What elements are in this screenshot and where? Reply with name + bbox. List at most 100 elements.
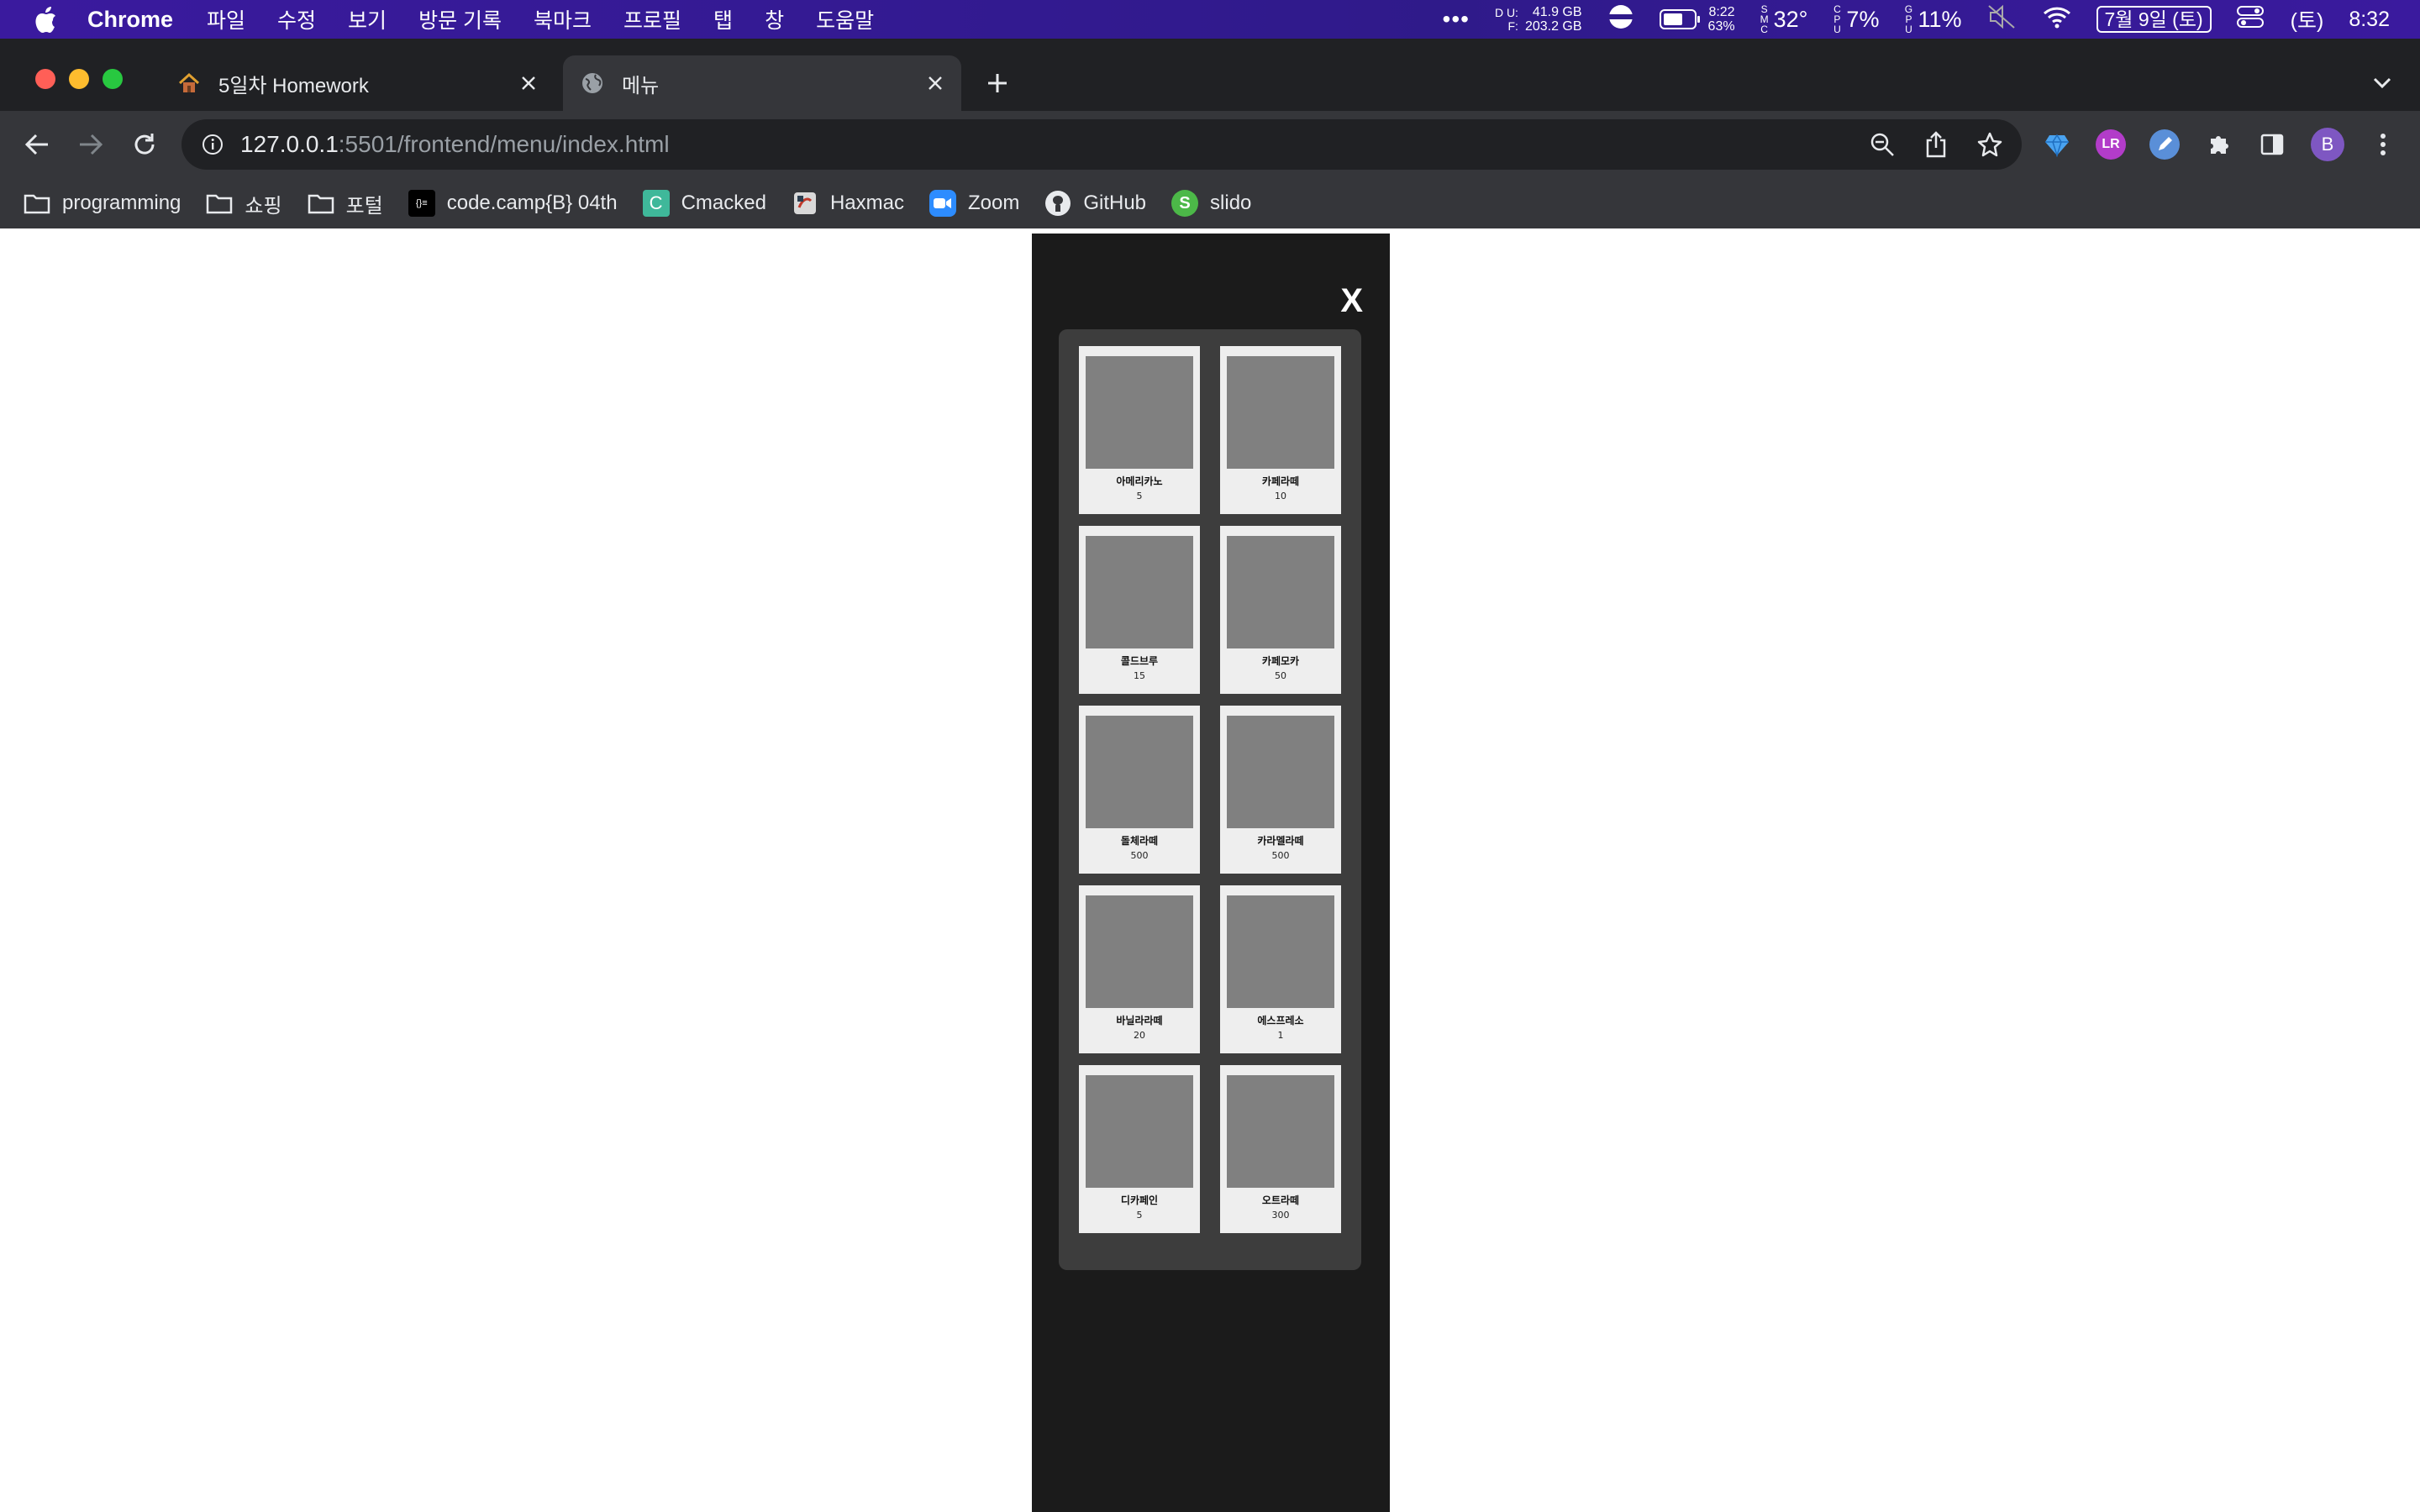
mute-icon[interactable] [1987, 4, 2018, 35]
menu-item-name: 돌체라떼 [1120, 835, 1159, 847]
control-center-icon[interactable] [2236, 5, 2265, 34]
menu-item-price: 20 [1134, 1030, 1145, 1041]
url-host: 127.0.0.1 [240, 131, 339, 157]
tab-menu[interactable]: 메뉴 [563, 55, 961, 111]
minimize-window-button[interactable] [69, 69, 89, 89]
page-viewport: X 아메리카노 5 카페라떼 10 콜드브루 15 카페모카 50 돌체라떼 500 카라… [0, 228, 2420, 1512]
menu-item-image [1086, 356, 1193, 469]
temperature-value: 32° [1773, 6, 1808, 32]
pen-extension-icon[interactable] [2149, 129, 2180, 160]
menu-help[interactable]: 도움말 [816, 4, 874, 34]
menu-item-name: 카라멜라떼 [1257, 835, 1304, 847]
bookmark-programming[interactable]: programming [24, 190, 181, 217]
menu-bookmarks[interactable]: 북마크 [534, 4, 592, 34]
profile-avatar[interactable]: B [2311, 128, 2344, 161]
menu-item-name: 카페모카 [1261, 655, 1300, 667]
bookmark-portal[interactable]: 포털 [308, 189, 383, 218]
menu-item-card[interactable]: 아메리카노 5 [1079, 346, 1200, 514]
menu-item-image [1227, 895, 1334, 1008]
menu-item-card[interactable]: 콜드브루 15 [1079, 526, 1200, 694]
wifi-icon[interactable] [2043, 5, 2071, 34]
menu-view[interactable]: 보기 [348, 4, 387, 34]
zoom-out-icon[interactable] [1867, 129, 1897, 160]
cpu-value: 7% [1846, 6, 1880, 32]
kebab-menu-icon[interactable] [2368, 129, 2398, 160]
bookmark-star-icon[interactable] [1975, 129, 2005, 160]
menu-history[interactable]: 방문 기록 [418, 4, 502, 34]
close-window-button[interactable] [35, 69, 55, 89]
new-tab-button[interactable] [983, 69, 1012, 97]
gem-extension-icon[interactable] [2042, 129, 2072, 160]
menu-profiles[interactable]: 프로필 [623, 4, 681, 34]
folder-icon [206, 190, 233, 217]
day-label[interactable]: (토) [2291, 4, 2324, 34]
battery-icon [1659, 9, 1700, 29]
disk-used: 41.9 GB [1532, 5, 1582, 19]
menu-item-card[interactable]: 카라멜라떼 500 [1220, 706, 1341, 874]
tab-homework[interactable]: 5일차 Homework [160, 55, 555, 111]
menu-edit[interactable]: 수정 [277, 4, 316, 34]
share-icon[interactable] [1921, 129, 1951, 160]
menu-item-card[interactable]: 카페모카 50 [1220, 526, 1341, 694]
gpu-stat[interactable]: GPU 11% [1904, 4, 1962, 34]
bookmark-zoom[interactable]: Zoom [929, 190, 1019, 217]
menu-item-card[interactable]: 바닐라라떼 20 [1079, 885, 1200, 1053]
date-widget[interactable]: 7월 9일 (토) [2096, 6, 2212, 33]
temperature-stat[interactable]: SMC 32° [1760, 4, 1808, 34]
apple-icon[interactable] [30, 4, 60, 34]
globe-icon [580, 71, 605, 96]
puzzle-icon[interactable] [2203, 129, 2233, 160]
tab-search-chevron-icon[interactable] [2370, 71, 2395, 96]
menu-item-price: 15 [1134, 670, 1145, 681]
menu-window[interactable]: 창 [765, 4, 784, 34]
menu-item-price: 5 [1136, 491, 1143, 501]
bookmark-cmacked[interactable]: C Cmacked [642, 190, 766, 217]
menu-item-image [1227, 536, 1334, 648]
disk-stat[interactable]: D U: F: 41.9 GB 203.2 GB [1495, 5, 1582, 34]
more-icon[interactable]: ••• [1443, 6, 1470, 33]
battery-stat[interactable]: 8:22 63% [1659, 5, 1735, 34]
lr-extension-icon[interactable]: LR [2096, 129, 2126, 160]
menu-item-card[interactable]: 돌체라떼 500 [1079, 706, 1200, 874]
menu-item-card[interactable]: 디카페인 5 [1079, 1065, 1200, 1233]
menu-item-image [1086, 1075, 1193, 1188]
tab-close-icon[interactable] [923, 71, 948, 96]
bookmark-github[interactable]: GitHub [1044, 190, 1146, 217]
close-button[interactable]: X [1340, 284, 1363, 318]
app-name-menu[interactable]: Chrome [87, 7, 173, 33]
menu-tab[interactable]: 탭 [713, 4, 733, 34]
menu-item-card[interactable]: 오트라떼 300 [1220, 1065, 1341, 1233]
bookmark-codecamp[interactable]: {}≡ code.camp{B} 04th [408, 190, 618, 217]
back-arrow-icon[interactable] [20, 128, 54, 161]
cpu-stat[interactable]: CPU 7% [1833, 4, 1879, 34]
forward-arrow-icon[interactable] [74, 128, 108, 161]
tab-strip: 5일차 Homework 메뉴 [0, 39, 2420, 111]
focus-icon[interactable] [1607, 3, 1634, 36]
zoom-icon [929, 190, 956, 217]
house-icon [176, 71, 202, 96]
menu-item-image [1086, 895, 1193, 1008]
haxmac-icon [792, 190, 818, 217]
menu-file[interactable]: 파일 [207, 4, 245, 34]
menu-item-card[interactable]: 카페라떼 10 [1220, 346, 1341, 514]
menu-item-price: 10 [1275, 491, 1286, 501]
macos-menu-bar: Chrome 파일 수정 보기 방문 기록 북마크 프로필 탭 창 도움말 ••… [0, 0, 2420, 39]
zoom-window-button[interactable] [103, 69, 123, 89]
battery-time: 8:22 [1708, 5, 1735, 19]
menu-grid: 아메리카노 5 카페라떼 10 콜드브루 15 카페모카 50 돌체라떼 500 카라멜라… [1079, 346, 1341, 1233]
side-panel-icon[interactable] [2257, 129, 2287, 160]
bookmark-slido[interactable]: S slido [1171, 190, 1251, 217]
reload-icon[interactable] [128, 128, 161, 161]
tab-close-icon[interactable] [516, 71, 541, 96]
menu-item-price: 500 [1271, 850, 1290, 861]
menu-item-image [1086, 716, 1193, 828]
bookmark-shopping[interactable]: 쇼핑 [206, 189, 282, 218]
github-icon [1044, 190, 1071, 217]
bookmark-haxmac[interactable]: Haxmac [792, 190, 904, 217]
address-bar[interactable]: 127.0.0.1:5501/frontend/menu/index.html [182, 119, 2022, 170]
clock[interactable]: 8:32 [2349, 8, 2390, 32]
menu-item-name: 디카페인 [1120, 1194, 1159, 1206]
menu-item-card[interactable]: 에스프레소 1 [1220, 885, 1341, 1053]
site-info-icon[interactable] [200, 132, 225, 157]
folder-icon [308, 190, 334, 217]
